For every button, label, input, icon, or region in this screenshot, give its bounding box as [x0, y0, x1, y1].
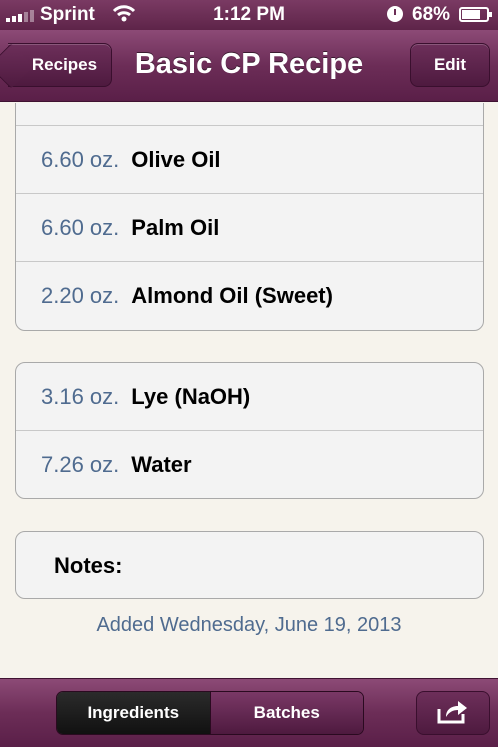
battery-percent: 68%: [412, 4, 451, 25]
ingredient-row[interactable]: 6.60 oz. Olive Oil: [16, 126, 483, 194]
ingredient-name: Lye (NaOH): [131, 383, 251, 409]
ingredient-amount: 6.60 oz.: [41, 214, 120, 240]
notes-group[interactable]: Notes:: [15, 531, 484, 599]
ingredient-amount: 6.60 oz.: [41, 146, 120, 172]
ingredient-row[interactable]: 7.26 oz. Water: [16, 431, 483, 498]
ingredient-amount: 3.16 oz.: [41, 383, 120, 409]
list-item-partial[interactable]: [16, 103, 483, 126]
status-bar: Sprint 1:12 PM 68%: [0, 0, 498, 30]
segmented-control: Ingredients Batches: [56, 691, 364, 735]
ingredient-name: Olive Oil: [131, 146, 221, 172]
bottom-toolbar: Ingredients Batches: [0, 678, 498, 747]
ingredient-amount: 2.20 oz.: [41, 283, 120, 308]
ingredient-amount: 7.26 oz.: [41, 452, 120, 477]
navigation-bar: Recipes Basic CP Recipe Edit: [0, 30, 498, 102]
ingredient-row[interactable]: 2.20 oz. Almond Oil (Sweet): [16, 262, 483, 330]
battery-icon: [459, 7, 492, 22]
added-date: Added Wednesday, June 19, 2013: [96, 614, 402, 636]
ingredient-row[interactable]: 6.60 oz. Palm Oil: [16, 194, 483, 262]
notes-label: Notes:: [54, 553, 123, 578]
ingredient-name: Almond Oil (Sweet): [131, 283, 333, 308]
ingredient-name: Water: [131, 452, 192, 477]
lye-water-group: 3.16 oz. Lye (NaOH) 7.26 oz. Water: [15, 362, 484, 499]
share-icon: [436, 697, 470, 730]
clock-icon: [387, 6, 403, 22]
tab-ingredients[interactable]: Ingredients: [57, 692, 210, 734]
ingredient-name: Palm Oil: [131, 214, 220, 240]
tab-batches[interactable]: Batches: [209, 692, 363, 734]
ingredient-row[interactable]: 3.16 oz. Lye (NaOH): [16, 363, 483, 431]
edit-button[interactable]: Edit: [410, 43, 490, 87]
notes-row[interactable]: Notes:: [16, 532, 483, 598]
share-button[interactable]: [416, 691, 490, 735]
recipe-content[interactable]: 6.60 oz. Olive Oil 6.60 oz. Palm Oil 2.2…: [0, 103, 498, 678]
oils-group: 6.60 oz. Olive Oil 6.60 oz. Palm Oil 2.2…: [15, 103, 484, 331]
